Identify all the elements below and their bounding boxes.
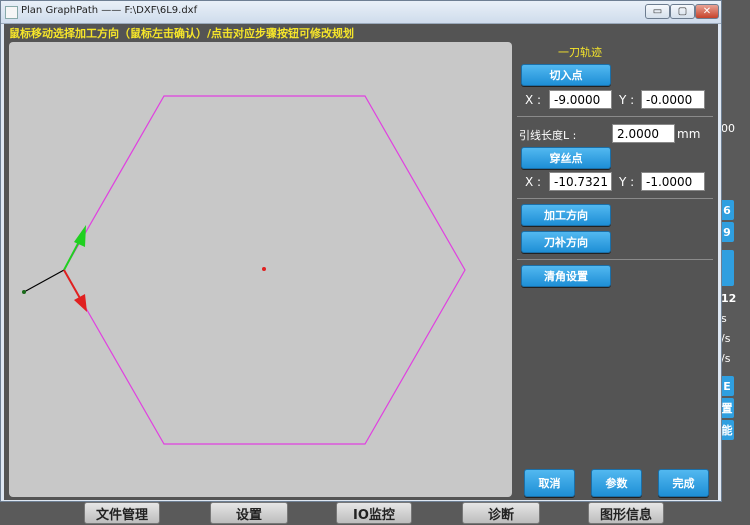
lead-length-unit: mm bbox=[677, 127, 701, 141]
instruction-text: 鼠标移动选择加工方向（鼠标左击确认）/点击对应步骤按钮可修改规划 bbox=[9, 27, 355, 40]
bg-right-fragment: /s bbox=[721, 352, 731, 365]
maximize-icon: ▢ bbox=[677, 6, 688, 17]
minimize-icon: ▭ bbox=[652, 6, 663, 17]
pierce-y-label: Y : bbox=[619, 175, 635, 189]
maximize-button[interactable]: ▢ bbox=[670, 4, 695, 19]
bg-right-tile[interactable]: 能 bbox=[720, 420, 734, 440]
cancel-button[interactable]: 取消 bbox=[524, 469, 575, 497]
x-direction-arrowhead bbox=[74, 294, 87, 312]
compensation-direction-button[interactable]: 刀补方向 bbox=[521, 231, 611, 253]
pierce-point-button[interactable]: 穿丝点 bbox=[521, 147, 611, 169]
finish-button[interactable]: 完成 bbox=[658, 469, 709, 497]
pierce-y-field[interactable]: -1.0000 bbox=[641, 172, 705, 191]
window-title: Plan GraphPath —— F:\DXF\6L9.dxf bbox=[21, 5, 198, 16]
process-direction-button[interactable]: 加工方向 bbox=[521, 204, 611, 226]
graph-canvas[interactable] bbox=[9, 42, 512, 497]
bg-right-tile[interactable] bbox=[720, 250, 734, 286]
bg-diagnostics-button[interactable]: 诊断 bbox=[462, 502, 540, 524]
close-button[interactable]: ✕ bbox=[695, 4, 719, 19]
toolpath-drawing bbox=[22, 95, 466, 445]
bg-file-manager-button[interactable]: 文件管理 bbox=[84, 502, 160, 524]
corner-settings-button[interactable]: 清角设置 bbox=[521, 265, 611, 287]
cut-in-x-label: X : bbox=[525, 93, 542, 107]
bg-right-tile[interactable]: E bbox=[720, 376, 734, 396]
x-direction-arrow-shaft bbox=[63, 269, 82, 301]
bg-right-fragment: 12 bbox=[721, 292, 737, 305]
close-icon: ✕ bbox=[702, 6, 712, 17]
title-bar[interactable]: Plan GraphPath —— F:\DXF\6L9.dxf ▭ ▢ ✕ bbox=[1, 1, 721, 24]
cut-in-y-label: Y : bbox=[619, 93, 635, 107]
app-icon bbox=[5, 6, 18, 19]
cut-in-x-field[interactable]: -9.0000 bbox=[549, 90, 612, 109]
lead-length-label: 引线长度L : bbox=[519, 129, 577, 142]
bg-right-tile[interactable]: 9 bbox=[720, 222, 734, 242]
bg-settings-button[interactable]: 设置 bbox=[210, 502, 288, 524]
pierce-point-marker bbox=[22, 290, 26, 294]
plan-graphpath-window: Plan GraphPath —— F:\DXF\6L9.dxf ▭ ▢ ✕ 鼠… bbox=[0, 0, 722, 502]
divider bbox=[517, 116, 713, 117]
dialog-client-area: 鼠标移动选择加工方向（鼠标左击确认）/点击对应步骤按钮可修改规划 一刀轨迹 切入… bbox=[4, 24, 718, 500]
bg-right-tile[interactable]: 6 bbox=[720, 200, 734, 220]
bg-right-tile[interactable]: 置 bbox=[720, 398, 734, 418]
divider bbox=[517, 259, 713, 260]
pierce-x-field[interactable]: -10.7321 bbox=[549, 172, 612, 191]
cut-in-y-field[interactable]: -0.0000 bbox=[641, 90, 705, 109]
lead-in-line bbox=[23, 269, 65, 293]
divider bbox=[517, 198, 713, 199]
minimize-button[interactable]: ▭ bbox=[645, 4, 670, 19]
pierce-x-label: X : bbox=[525, 175, 542, 189]
bg-right-fragment: 00 bbox=[721, 122, 735, 135]
bg-io-monitor-button[interactable]: IO监控 bbox=[336, 502, 412, 524]
params-button[interactable]: 参数 bbox=[591, 469, 642, 497]
cut-in-point-button[interactable]: 切入点 bbox=[521, 64, 611, 86]
panel-title: 一刀轨迹 bbox=[558, 46, 602, 59]
y-direction-arrowhead bbox=[74, 225, 86, 247]
bg-right-fragment: /s bbox=[721, 332, 731, 345]
center-point-marker bbox=[262, 267, 266, 271]
bg-graphic-info-button[interactable]: 图形信息 bbox=[588, 502, 664, 524]
lead-length-field[interactable]: 2.0000 bbox=[612, 124, 675, 143]
